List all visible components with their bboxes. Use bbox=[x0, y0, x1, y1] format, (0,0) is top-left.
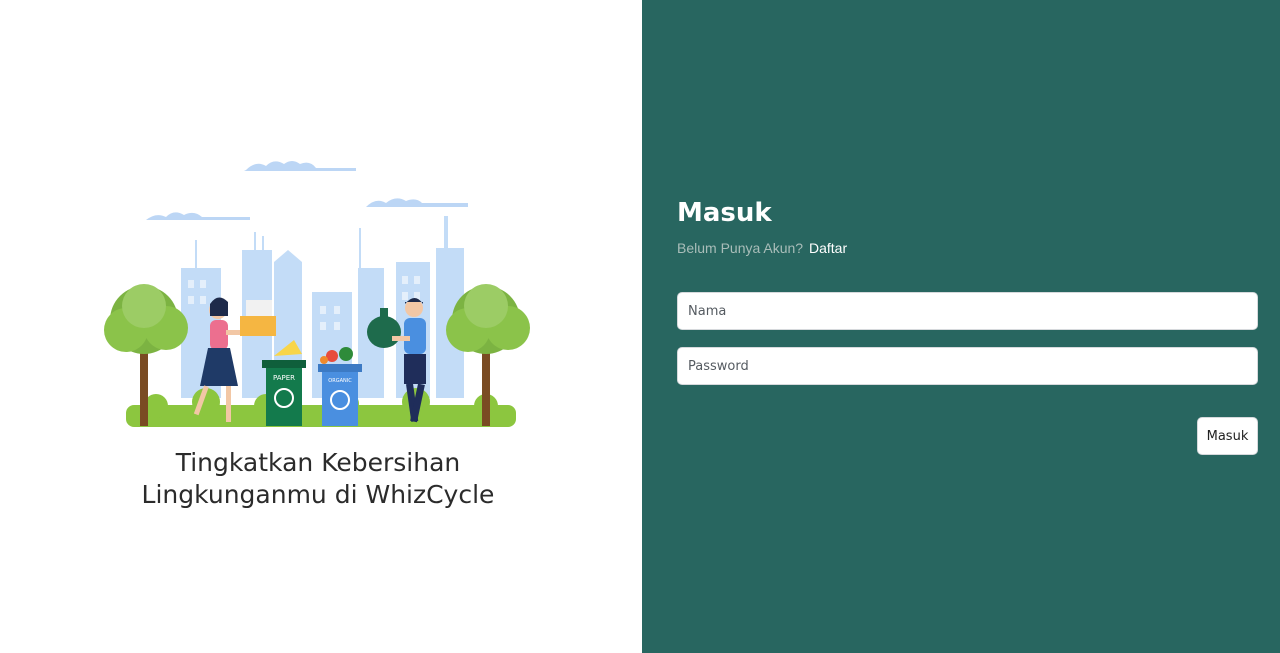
login-button[interactable]: Masuk bbox=[1197, 417, 1258, 455]
register-prompt: Belum Punya Akun? Daftar bbox=[677, 240, 847, 256]
paper-bin-label: PAPER bbox=[273, 374, 295, 382]
tagline-line-2: Lingkunganmu di WhizCycle bbox=[141, 480, 495, 509]
register-link[interactable]: Daftar bbox=[809, 240, 847, 256]
tagline-line-1: Tingkatkan Kebersihan bbox=[175, 448, 461, 477]
organic-bin-label: ORGANIC bbox=[328, 378, 352, 384]
login-title: Masuk bbox=[677, 198, 772, 228]
name-input[interactable] bbox=[677, 292, 1258, 330]
login-panel: Masuk Belum Punya Akun? Daftar Masuk bbox=[642, 0, 1280, 653]
hero-panel: PAPER ORGANIC Tingkatkan Kebersihan Ling… bbox=[0, 0, 642, 653]
recycling-illustration: PAPER ORGANIC bbox=[104, 161, 530, 427]
clouds bbox=[144, 161, 468, 220]
password-input[interactable] bbox=[677, 347, 1258, 385]
hero-tagline: Tingkatkan Kebersihan Lingkunganmu di Wh… bbox=[0, 447, 636, 511]
no-account-text: Belum Punya Akun? bbox=[677, 240, 804, 256]
tree-left bbox=[104, 284, 188, 426]
